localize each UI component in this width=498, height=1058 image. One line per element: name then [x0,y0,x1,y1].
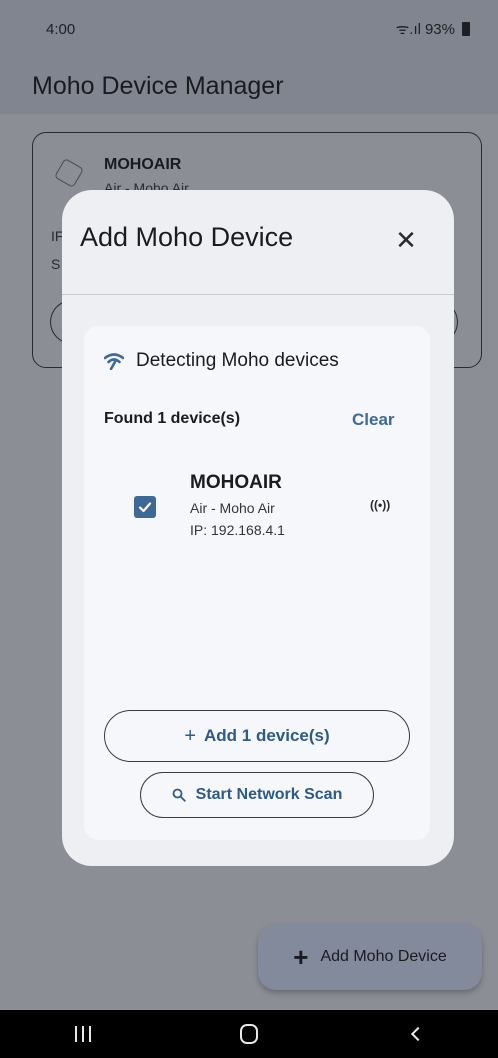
battery-level: 93% [424,20,455,38]
device-card-name: MOHOAIR [104,156,182,173]
add-devices-button[interactable]: + Add 1 device(s) [104,710,410,762]
battery-icon [462,22,470,36]
signal-icon: ((•)) [370,498,391,512]
found-count: Found 1 device(s) [104,410,241,427]
check-icon [138,502,152,513]
wifi-icon [104,353,124,370]
close-icon[interactable]: ✕ [388,222,424,258]
home-icon [240,1024,258,1044]
system-nav-bar [0,1010,498,1058]
device-list-item[interactable]: MOHOAIR Air - Moho Air IP: 192.168.4.1 (… [84,462,430,548]
clear-button[interactable]: Clear [352,410,395,430]
status-icons: ᯤ.ıl 93% [396,19,470,39]
add-devices-label: Add 1 device(s) [204,726,330,745]
device-card-status-label: S [51,256,61,272]
dialog-divider [62,294,454,295]
start-network-scan-button[interactable]: Start Network Scan [140,772,374,818]
status-time: 4:00 [46,20,76,38]
device-type: Air - Moho Air [190,500,275,516]
app-bar: Moho Device Manager [0,58,498,114]
add-moho-device-fab[interactable]: + Add Moho Device [258,924,482,990]
status-bar: 4:00 ᯤ.ıl 93% [0,0,498,58]
detecting-text: Detecting Moho devices [136,350,339,371]
recents-icon [75,1026,91,1042]
discovery-panel: Detecting Moho devices Found 1 device(s)… [84,326,430,840]
dialog-title: Add Moho Device [80,222,294,252]
back-button[interactable] [375,1010,455,1058]
device-ip: IP: 192.168.4.1 [190,522,285,538]
device-checkbox[interactable] [134,496,156,518]
detecting-status: Detecting Moho devices [104,350,339,372]
recents-button[interactable] [43,1010,123,1058]
fab-label: Add Moho Device [320,948,447,965]
plus-icon: + [184,724,197,747]
plus-icon: + [293,942,309,972]
add-device-dialog: Add Moho Device ✕ Detecting Moho devices… [62,190,454,866]
search-icon [172,788,186,802]
signal-status-icon: ᯤ.ıl [395,21,421,38]
start-network-scan-label: Start Network Scan [195,786,343,803]
home-button[interactable] [209,1010,289,1058]
app-title: Moho Device Manager [32,71,284,100]
device-name: MOHOAIR [190,472,282,493]
back-icon [410,1026,426,1042]
